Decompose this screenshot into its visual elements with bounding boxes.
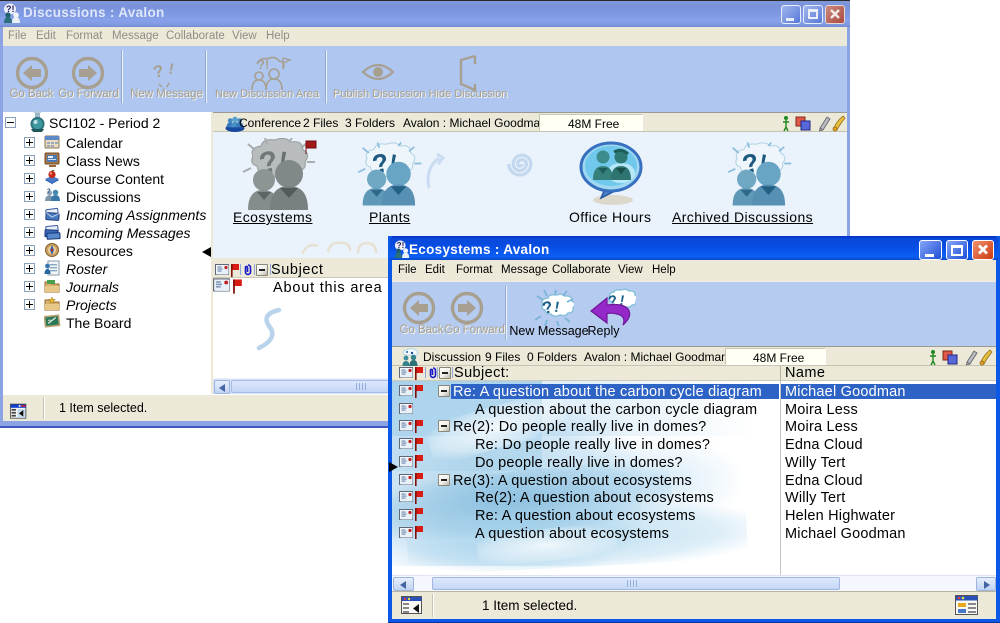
svg-text:?!: ?! bbox=[6, 4, 15, 14]
svg-text:?!: ?! bbox=[257, 57, 269, 72]
svg-text:!: ! bbox=[167, 60, 175, 78]
svg-text:?: ? bbox=[47, 189, 51, 195]
svg-text:?: ? bbox=[151, 61, 165, 82]
